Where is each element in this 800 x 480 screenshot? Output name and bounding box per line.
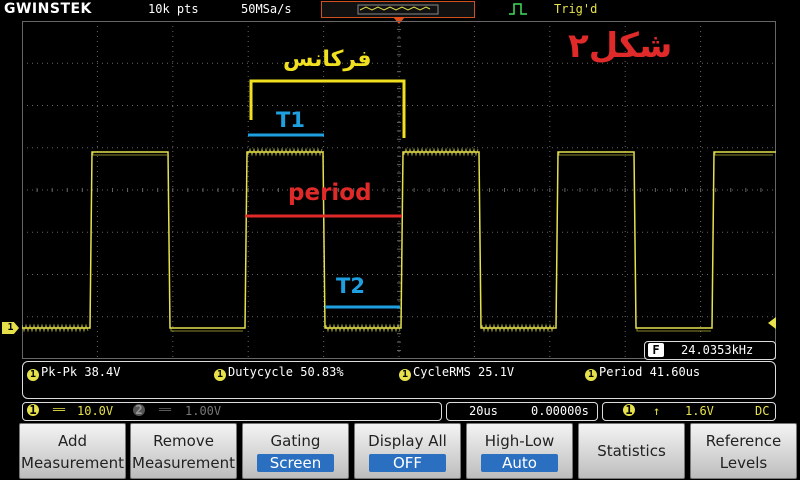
ch1-badge-icon: 1 [585,369,597,381]
softkey-label: Reference [705,432,782,450]
ch2-scale: 1.00V [185,404,222,418]
channel-status[interactable]: 1 ══ 10.0V 2 ══ 1.00V [22,402,442,421]
remove-measurement-button[interactable]: Remove Measurement [130,423,237,479]
display-all-value: OFF [369,454,446,472]
softkey-label: Add [57,432,88,450]
gating-value: Screen [257,454,334,472]
ch1-badge-icon: 1 [214,369,226,381]
display-all-button[interactable]: Display All OFF [354,423,461,479]
t2-annotation: T2 [336,274,365,298]
timebase-status[interactable]: 20us 0.00000s [446,402,598,421]
frequency-value: 24.0353kHz [681,343,754,357]
cyclerms-value: CycleRMS 25.1V [413,365,515,379]
ch1-number: 1 [27,404,39,416]
softkey-label: Measurement [21,454,124,472]
add-measurement-button[interactable]: Add Measurement [19,423,126,479]
gating-button[interactable]: Gating Screen [242,423,349,479]
softkey-label: Measurement [132,454,235,472]
period-annotation: period [288,180,372,206]
statistics-button[interactable]: Statistics [578,423,685,479]
trigger-slope-icon: ↑ [653,404,661,418]
measurement-cyclerms: 1 CycleRMS 25.1V [399,365,514,381]
trigger-status[interactable]: 1 ↑ 1.6V DC [602,402,776,421]
softkey-label: Gating [270,432,321,450]
timebase-scale: 20us [469,404,498,418]
measurement-dutycycle: 1 Dutycycle 50.83% [214,365,344,381]
ch1-scale: 10.0V [77,404,114,418]
measurement-panel: 1 Pk-Pk 38.4V 1 Dutycycle 50.83% 1 CycleRMS… [22,361,776,399]
trigger-coupling: DC [755,404,770,418]
frequency-annotation: فرکانس [283,47,372,72]
figure-label: شکل۲ [568,26,673,66]
trigger-level: 1.6V [685,404,714,418]
ch1-badge-icon: 1 [27,369,39,381]
measurement-pkpk: 1 Pk-Pk 38.4V [27,365,120,381]
frequency-bracket [249,79,406,138]
ch1-badge-icon: 1 [399,369,411,381]
period-value: Period 41.60us [599,365,701,379]
softkey-label: Levels [719,454,768,472]
high-low-button[interactable]: High-Low Auto [466,423,573,479]
frequency-badge-icon: F [648,343,664,357]
high-low-value: Auto [481,454,558,472]
trigger-source: 1 [623,404,635,416]
pkpk-value: Pk-Pk 38.4V [41,365,121,379]
measurement-period: 1 Period 41.60us [585,365,700,381]
frequency-readout: F 24.0353kHz [644,341,776,360]
softkey-label: Statistics [597,442,666,460]
t1-annotation: T1 [276,108,305,132]
dutycycle-value: Dutycycle 50.83% [228,365,344,379]
softkey-label: Remove [153,432,214,450]
ch1-coupling-icon: ══ [53,405,66,416]
softkey-label: Display All [368,432,447,450]
reference-levels-button[interactable]: Reference Levels [690,423,797,479]
ch2-coupling-icon: ══ [159,405,172,416]
horizontal-position: 0.00000s [531,404,589,418]
softkey-label: High-Low [484,432,555,450]
ch2-number: 2 [133,404,145,416]
